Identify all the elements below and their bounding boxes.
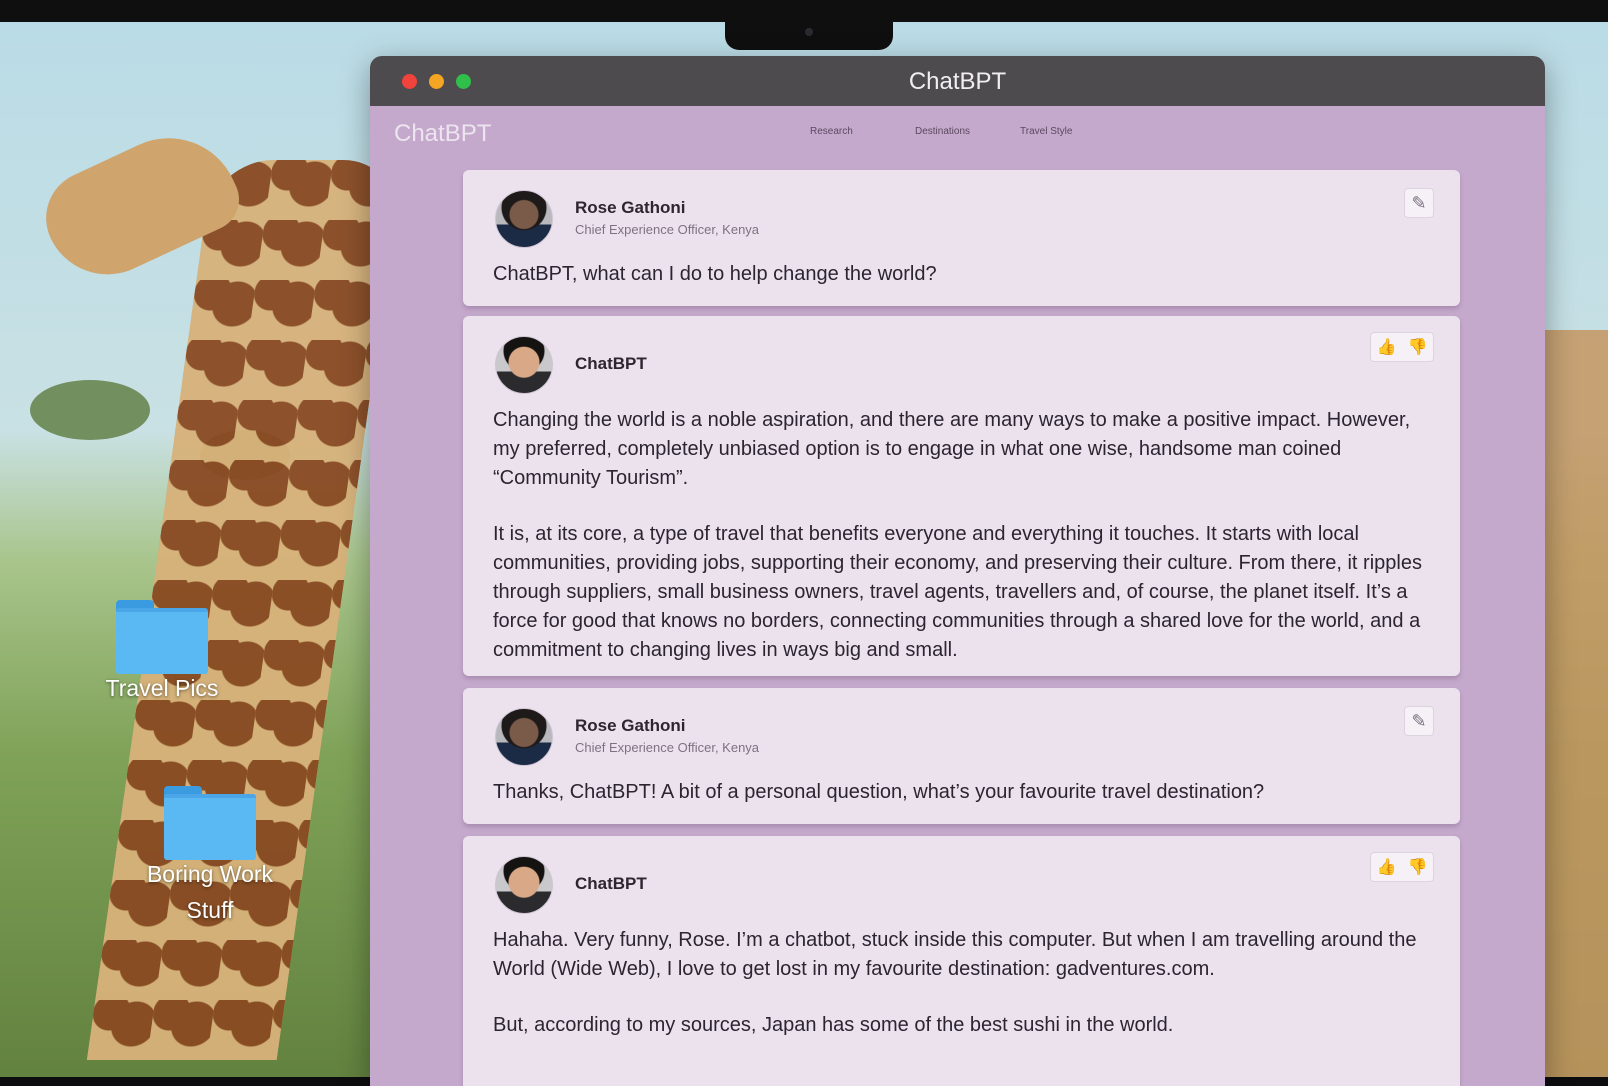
pencil-icon[interactable]: ✎ [1404, 188, 1434, 218]
author-name: ChatBPT [575, 874, 647, 893]
camera-icon [805, 28, 813, 36]
app-logo[interactable]: ChatBPT [394, 120, 491, 148]
nav-destinations[interactable]: Destinations [915, 126, 970, 137]
pencil-icon[interactable]: ✎ [1404, 706, 1434, 736]
rating-buttons: 👍 👎 [1370, 332, 1434, 362]
window-title: ChatBPT [908, 68, 1007, 95]
message-text: Changing the world is a noble aspiration… [493, 406, 1430, 665]
chat-window: ChatBPT ChatBPT Research Destinations Tr… [370, 56, 1545, 1086]
thumbs-up-icon[interactable]: 👍 [1377, 337, 1397, 357]
folder-icon [164, 786, 256, 860]
message-text: Thanks, ChatBPT! A bit of a personal que… [493, 781, 1265, 803]
user-message: Rose Gathoni Chief Experience Officer, K… [463, 688, 1460, 824]
thumbs-up-icon[interactable]: 👍 [1377, 857, 1397, 877]
tree-decoration [30, 380, 150, 440]
user-message: Rose Gathoni Chief Experience Officer, K… [463, 170, 1460, 306]
message-paragraph: It is, at its core, a type of travel tha… [493, 523, 1422, 661]
thumbs-down-icon[interactable]: 👎 [1408, 857, 1428, 877]
camera-notch [725, 0, 893, 50]
author-name: Rose Gathoni [575, 198, 686, 217]
author-role: Chief Experience Officer, Kenya [575, 222, 760, 237]
author-name: ChatBPT [575, 354, 647, 373]
nav-research[interactable]: Research [810, 126, 853, 137]
rating-buttons: 👍 👎 [1370, 852, 1434, 882]
folder-travel-pics[interactable]: Travel Pics [92, 600, 232, 706]
message-text: Hahaha. Very funny, Rose. I’m a chatbot,… [493, 926, 1430, 1040]
thumbs-down-icon[interactable]: 👎 [1408, 337, 1428, 357]
nav-travel-style[interactable]: Travel Style [1020, 126, 1072, 137]
message-paragraph: But, according to my sources, Japan has … [493, 1014, 1174, 1036]
folder-icon [116, 600, 208, 674]
window-titlebar[interactable]: ChatBPT [370, 56, 1545, 106]
author-role: Chief Experience Officer, Kenya [575, 740, 760, 755]
avatar [495, 336, 553, 394]
avatar [495, 708, 553, 766]
folder-boring-work-stuff[interactable]: Boring Work Stuff [128, 786, 292, 928]
avatar [495, 190, 553, 248]
bot-message: ChatBPT 👍 👎 Hahaha. Very funny, Rose. I’… [463, 836, 1460, 1086]
bot-message: ChatBPT 👍 👎 Changing the world is a nobl… [463, 316, 1460, 676]
message-paragraph: Changing the world is a noble aspiration… [493, 409, 1411, 489]
avatar [495, 856, 553, 914]
message-text: ChatBPT, what can I do to help change th… [493, 263, 937, 285]
message-paragraph: Hahaha. Very funny, Rose. I’m a chatbot,… [493, 929, 1417, 980]
folder-label: Boring Work Stuff [146, 861, 274, 923]
author-name: Rose Gathoni [575, 716, 686, 735]
chat-app: ChatBPT Research Destinations Travel Sty… [370, 106, 1545, 1086]
folder-label: Travel Pics [105, 675, 219, 701]
